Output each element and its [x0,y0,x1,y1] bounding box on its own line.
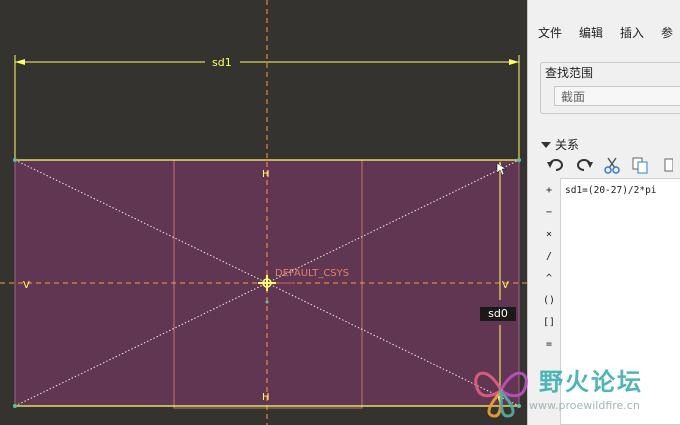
horizontal-constraint-label: H [262,392,270,403]
dimension-sd0[interactable]: sd0 [480,307,516,321]
operator-divide-button[interactable]: / [538,246,560,268]
sketch-vertex[interactable] [13,158,17,162]
arrow-icon [15,59,25,65]
operator-brackets-button[interactable]: [] [538,312,560,334]
arrow-icon [509,59,519,65]
operator-power-button[interactable]: ^ [538,268,560,290]
relations-label: 关系 [555,138,580,152]
operator-parentheses-button[interactable]: () [538,290,560,312]
sketch-vertex[interactable] [517,158,521,162]
menu-bar: 文件 编辑 插入 参 [528,14,680,52]
horizontal-constraint-label: H [262,169,270,180]
operator-minus-button[interactable]: − [538,202,560,224]
relations-toolbar [546,154,678,176]
watermark: 野火论坛 www.proewildfire.cn [469,356,680,425]
vertical-constraint-label: V [502,280,509,291]
menu-parameters[interactable]: 参 [651,14,680,52]
operator-equals-button[interactable]: = [538,334,560,356]
menu-file[interactable]: 文件 [528,14,569,52]
cut-icon[interactable] [602,155,622,175]
redo-icon[interactable] [574,155,594,175]
paste-icon[interactable] [658,155,678,175]
csys-label: DEFAULT_CSYS [275,268,349,279]
watermark-url: www.proewildfire.cn [529,399,640,412]
find-scope-select[interactable]: 截面 [554,86,680,106]
graphics-viewport[interactable]: sd1 H H V V DEFAULT_CSYS sd0 [0,0,527,425]
find-scope-title: 查找范围 [543,64,596,81]
menu-edit[interactable]: 编辑 [569,14,610,52]
relations-section-header[interactable]: 关系 [541,136,579,153]
sketch-vertex[interactable] [13,404,17,408]
operator-buttons: + − × / ^ () [] = [538,180,560,356]
collapse-triangle-icon [541,141,551,148]
undo-icon[interactable] [546,155,566,175]
operator-multiply-button[interactable]: × [538,224,560,246]
menu-insert[interactable]: 插入 [610,14,651,52]
watermark-text: 野火论坛 [539,368,643,396]
relation-text[interactable]: sd1=(20-27)/2*pi [561,179,680,196]
operator-plus-button[interactable]: + [538,180,560,202]
butterfly-logo-icon [474,371,528,418]
copy-icon[interactable] [630,155,650,175]
sketch-canvas[interactable]: sd1 H H V V DEFAULT_CSYS [0,0,527,425]
vertical-constraint-label: V [23,280,30,291]
dimension-sd1[interactable]: sd1 [212,56,232,69]
